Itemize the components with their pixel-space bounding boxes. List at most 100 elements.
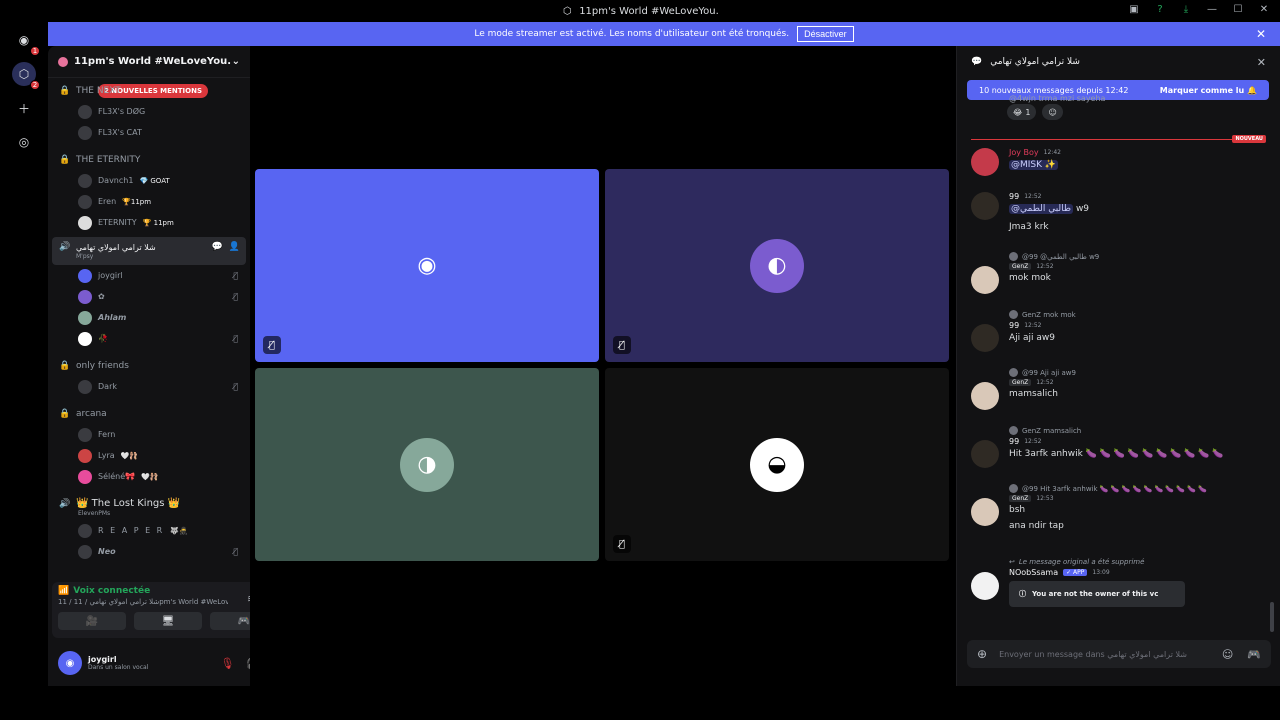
chat-icon: 💬 <box>971 57 983 67</box>
chat-icon[interactable]: 💬 <box>212 242 223 252</box>
close-window-icon[interactable]: ✕ <box>1258 3 1270 15</box>
voice-member[interactable]: Lyra 🤍🩰 <box>48 445 250 466</box>
reaction[interactable]: 😂 1 <box>1007 104 1037 120</box>
server-avatar-icon <box>58 56 68 67</box>
avatar[interactable] <box>971 572 999 600</box>
message-input[interactable]: Envoyer un message dans شلا ترامي امولاي… <box>999 650 1187 659</box>
voice-member[interactable]: Dark 🎙̸ <box>48 376 250 397</box>
new-label: NOUVEAU <box>1232 135 1266 143</box>
participant-tile[interactable]: ◉ 🎙̸ <box>255 169 599 362</box>
voice-channel[interactable]: 🔒 THE ETERNITY <box>48 149 250 170</box>
info-icon: ⓘ <box>1019 590 1026 598</box>
add-member-icon[interactable]: 👤 <box>229 242 240 252</box>
reply-preview[interactable]: @99 Hit 3arfk anhwik 🍆 🍆 🍆 🍆 🍆 🍆 🍆 🍆 🍆 🍆 <box>1009 484 1271 493</box>
voice-lock-icon: 🔊 <box>59 242 71 252</box>
chat-header: 💬 شلا ترامي امولاي تهامي ✕ <box>971 55 1266 69</box>
avatar <box>1009 484 1018 493</box>
maximize-icon[interactable]: ☐ <box>1232 3 1244 15</box>
gamepad-icon[interactable]: 🎮 <box>1247 648 1261 661</box>
voice-member[interactable]: Davnch1 💎 GOAT <box>48 170 250 191</box>
participant-tile[interactable]: ◐ 🎙̸ <box>605 169 949 362</box>
voice-channel[interactable]: 🔒 only friends <box>48 355 250 376</box>
screen-share-icon: 🖥 <box>161 615 175 627</box>
voice-member[interactable]: Fern <box>48 424 250 445</box>
avatar[interactable] <box>971 382 999 410</box>
reply-preview[interactable]: @99 Aji aji aw9 <box>1009 368 1271 377</box>
participant-tile[interactable]: ◑ <box>255 368 599 561</box>
screen-share-button[interactable]: 🖥 <box>134 612 202 630</box>
voice-member[interactable]: joygirl 🎙̸ <box>48 265 250 286</box>
voice-location[interactable]: 11 / شلا ترامي امولاي تهامي / 11pm's Wor… <box>58 598 228 606</box>
voice-member[interactable]: ✿ 🎙̸ <box>48 286 250 307</box>
voice-member[interactable]: Séléné🎀 🤍🩰 <box>48 466 250 487</box>
avatar[interactable] <box>971 440 999 468</box>
reply-preview[interactable]: @99 @طالبي الطمي w9 <box>1009 252 1271 261</box>
voice-member[interactable]: FL3X's DØG <box>48 101 250 122</box>
discord-home-icon[interactable]: ◉ 1 <box>12 28 40 56</box>
bot-embed: ⓘ You are not the owner of this vc <box>1009 581 1185 607</box>
voice-member[interactable]: R E A P E R 🐺🥷 <box>48 520 250 541</box>
guild-header[interactable]: 11pm's World #WeLoveYou. ⌄ <box>48 46 250 78</box>
reply-preview[interactable]: GenZ mamsalich <box>1009 426 1271 435</box>
author-name[interactable]: NOobSsama <box>1009 568 1058 577</box>
download-icon[interactable]: ⤓ <box>1180 3 1192 15</box>
avatar <box>78 544 92 559</box>
scrollbar[interactable] <box>1270 602 1274 632</box>
server-name: 11pm's World #WeLoveYou. <box>74 56 232 67</box>
avatar[interactable] <box>971 266 999 294</box>
voice-channel[interactable]: 🔒 THE NEXT <box>48 80 250 101</box>
voice-member[interactable]: ETERNITY 🏆 11pm <box>48 212 250 233</box>
message-text[interactable]: @MISK ✨ <box>1009 160 1059 170</box>
help-icon[interactable]: ? <box>1154 3 1166 15</box>
avatar[interactable] <box>971 498 999 526</box>
voice-member[interactable]: Eren 🏆11pm <box>48 191 250 212</box>
voice-member[interactable]: FL3X's CAT <box>48 122 250 143</box>
avatar[interactable]: ◉ <box>58 651 82 675</box>
discover-icon[interactable]: ◎ <box>12 130 36 154</box>
message-composer[interactable]: ⊕ Envoyer un message dans شلا ترامي امول… <box>967 640 1271 668</box>
avatar <box>78 194 92 209</box>
lock-icon: 🔒 <box>59 408 71 419</box>
disable-streamer-button[interactable]: Désactiver <box>797 26 854 42</box>
author-name[interactable]: Joy Boy <box>1009 148 1039 157</box>
server-11pm-icon[interactable]: ⬡ 2 <box>12 62 40 90</box>
avatar[interactable] <box>971 324 999 352</box>
muted-icon: 🎙̸ <box>233 334 238 343</box>
close-icon[interactable]: ✕ <box>1257 56 1266 69</box>
voice-chat-panel: 💬 شلا ترامي امولاي تهامي ✕ 10 nouveaux m… <box>956 46 1280 686</box>
muted-icon: 🎙̸ <box>233 271 238 280</box>
emoji-icon[interactable]: ☺ <box>1222 648 1233 661</box>
voice-channel[interactable]: 🔒 arcana <box>48 403 250 424</box>
muted-icon: 🎙̸ <box>613 336 631 354</box>
notification-badge: 1 <box>30 46 40 56</box>
camera-button[interactable]: 🎥 <box>58 612 126 630</box>
minimize-icon[interactable]: — <box>1206 3 1218 15</box>
add-reaction-icon[interactable]: ☺ <box>1042 104 1063 120</box>
add-server-icon[interactable]: ＋ <box>12 96 36 120</box>
avatar[interactable] <box>971 148 999 176</box>
reply-preview[interactable]: GenZ mok mok <box>1009 310 1271 319</box>
avatar <box>78 523 92 538</box>
plus-icon[interactable]: ⊕ <box>977 647 987 661</box>
inbox-icon[interactable]: ▣ <box>1128 3 1140 15</box>
participant-tile[interactable]: ◒ 🎙̸ <box>605 368 949 561</box>
user-mention[interactable]: @طالبي الطمي <box>1009 204 1074 214</box>
mute-mic-icon[interactable]: 🎙 <box>220 657 234 670</box>
active-voice-channel[interactable]: 🔊 شلا ترامي امولاي تهامي 💬 👤 M'psy <box>52 237 246 265</box>
avatar <box>78 310 92 325</box>
avatar[interactable] <box>971 192 999 220</box>
message-text: ana ndir tap <box>1009 521 1064 531</box>
voice-member[interactable]: Neo 🎙̸ <box>48 541 250 562</box>
author-name[interactable]: 99 <box>1009 192 1019 201</box>
voice-channel[interactable]: 🔊 👑 The Lost Kings 👑 <box>48 493 250 514</box>
close-icon[interactable]: ✕ <box>1256 27 1266 41</box>
avatar <box>78 104 92 119</box>
voice-member[interactable]: Ahlam <box>48 307 250 328</box>
voice-stage: ◉ 🎙̸ ◐ 🎙̸ ◑ ◒ 🎙̸ <box>250 46 954 686</box>
author-name[interactable]: 99 <box>1009 437 1019 446</box>
voice-member[interactable]: 🥀 🎙̸ <box>48 328 250 349</box>
author-name[interactable]: 99 <box>1009 321 1019 330</box>
avatar <box>1009 368 1018 377</box>
app-badge: ✓ APP <box>1063 569 1088 576</box>
mark-as-read-button[interactable]: Marquer comme lu 🔔 <box>1160 86 1257 95</box>
